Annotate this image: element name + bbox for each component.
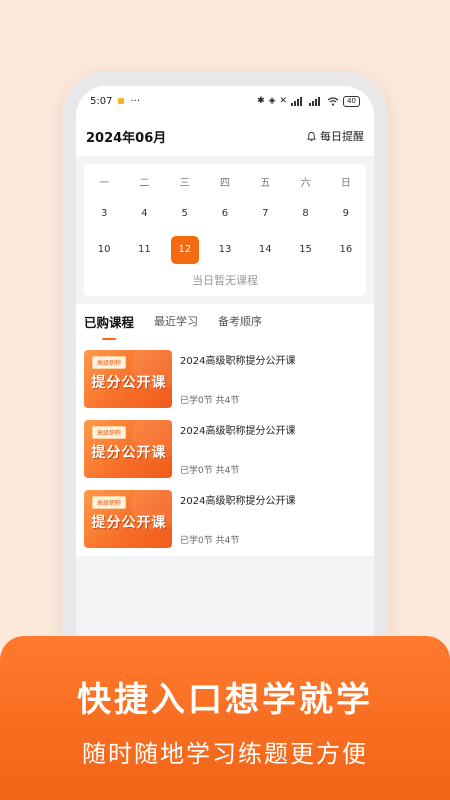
status-time: 5:07 (90, 95, 113, 107)
course-tag: 高级职称 (92, 496, 127, 509)
weekday-label: 四 (219, 178, 230, 189)
course-section: 已购课程 最近学习 备考顺序 高级职称 提分公开课 2024高级职称提分公开课 … (76, 304, 374, 556)
tab-recent-study[interactable]: 最近学习 (154, 313, 198, 329)
course-thumb-title: 提分公开课 (91, 375, 167, 391)
calendar-day[interactable]: 7 (245, 196, 285, 232)
tab-purchased-courses[interactable]: 已购课程 (84, 312, 134, 331)
course-thumbnail: 高级职称 提分公开课 (84, 350, 172, 408)
course-title: 2024高级职称提分公开课 (180, 426, 296, 437)
course-thumbnail: 高级职称 提分公开课 (84, 420, 172, 478)
calendar-day[interactable]: 3 (84, 196, 124, 232)
calendar-day-selected[interactable]: 12 (165, 232, 205, 268)
calendar-day[interactable]: 14 (245, 232, 285, 268)
course-tabs: 已购课程 最近学习 备考顺序 (84, 304, 366, 338)
course-item[interactable]: 高级职称 提分公开课 2024高级职称提分公开课 已学0节 共4节 (84, 350, 366, 408)
weekday-label: 三 (179, 178, 190, 189)
daily-reminder-label: 每日提醒 (320, 130, 364, 143)
weekday-label: 一 (99, 178, 110, 189)
course-thumb-title: 提分公开课 (91, 515, 167, 531)
signal-icon-2 (309, 96, 323, 106)
date-row: 10 11 12 13 14 15 16 (84, 232, 366, 268)
calendar-card: 一 二 三 四 五 六 日 3 4 5 6 7 8 9 10 11 12 13 … (84, 164, 366, 296)
calendar-day[interactable]: 9 (326, 196, 366, 232)
wifi-icon (327, 96, 339, 106)
course-title: 2024高级职称提分公开课 (180, 356, 296, 367)
daily-reminder-button[interactable]: 每日提醒 (306, 128, 364, 144)
calendar-day[interactable]: 13 (205, 232, 245, 268)
signal-icon (291, 96, 305, 106)
calendar-header: 2024年06月 每日提醒 (76, 116, 374, 156)
weekday-label: 六 (300, 178, 311, 189)
promo-subtitle: 随时随地学习练题更方便 (82, 740, 368, 768)
vibrate-icon: ◈ (268, 96, 276, 106)
status-more-icon: ··· (130, 95, 141, 107)
app-screen: 5:07 ··· ✱ ◈ ✕ 40 2024年06月 每日提醒 一 二 三 四 … (76, 86, 374, 686)
course-progress: 已学0节 共4节 (180, 466, 240, 476)
bell-icon (306, 131, 317, 142)
course-tag: 高级职称 (92, 356, 127, 369)
course-progress: 已学0节 共4节 (180, 536, 240, 546)
month-label[interactable]: 2024年06月 (86, 127, 166, 146)
bluetooth-icon: ✱ (257, 96, 265, 106)
weekday-row: 一 二 三 四 五 六 日 (84, 172, 366, 196)
no-course-message: 当日暂无课程 (192, 274, 258, 287)
weekday-label: 二 (139, 178, 150, 189)
calendar-day[interactable]: 15 (285, 232, 325, 268)
battery-icon: 40 (343, 95, 360, 107)
course-info: 2024高级职称提分公开课 已学0节 共4节 (180, 350, 295, 408)
calendar-day[interactable]: 10 (84, 232, 124, 268)
course-info: 2024高级职称提分公开课 已学0节 共4节 (180, 420, 295, 478)
calendar-day[interactable]: 4 (124, 196, 164, 232)
notification-dot-icon (118, 98, 125, 104)
mute-icon: ✕ (279, 96, 288, 106)
tab-exam-order[interactable]: 备考顺序 (218, 313, 262, 329)
calendar-day[interactable]: 5 (165, 196, 205, 232)
weekday-label: 五 (260, 178, 271, 189)
selected-day-label: 12 (170, 236, 199, 264)
calendar-day[interactable]: 8 (285, 196, 325, 232)
course-progress: 已学0节 共4节 (180, 396, 240, 406)
course-thumbnail: 高级职称 提分公开课 (84, 490, 172, 548)
weekday-label: 日 (340, 178, 351, 189)
date-row: 3 4 5 6 7 8 9 (84, 196, 366, 232)
status-bar: 5:07 ··· ✱ ◈ ✕ 40 (76, 86, 374, 116)
course-title: 2024高级职称提分公开课 (180, 496, 296, 507)
course-info: 2024高级职称提分公开课 已学0节 共4节 (180, 490, 295, 548)
course-item[interactable]: 高级职称 提分公开课 2024高级职称提分公开课 已学0节 共4节 (84, 420, 366, 478)
calendar-day[interactable]: 6 (205, 196, 245, 232)
course-thumb-title: 提分公开课 (91, 445, 167, 461)
course-tag: 高级职称 (92, 426, 127, 439)
calendar-day[interactable]: 11 (124, 232, 164, 268)
promo-title: 快捷入口想学就学 (77, 680, 373, 720)
course-item[interactable]: 高级职称 提分公开课 2024高级职称提分公开课 已学0节 共4节 (84, 490, 366, 548)
calendar-day[interactable]: 16 (326, 232, 366, 268)
